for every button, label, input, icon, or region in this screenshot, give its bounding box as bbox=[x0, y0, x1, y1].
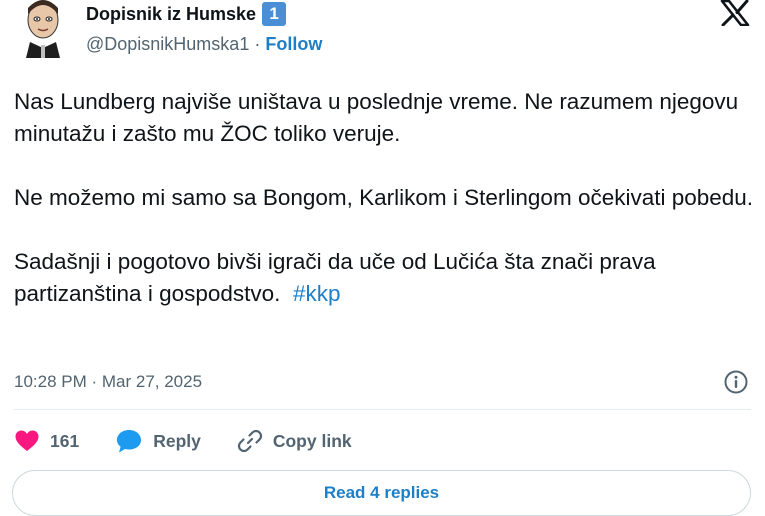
reply-label: Reply bbox=[153, 430, 201, 451]
speech-bubble-icon bbox=[117, 430, 142, 453]
like-action[interactable]: 161 bbox=[14, 429, 79, 453]
copy-link-label: Copy link bbox=[272, 430, 352, 451]
tweet-paragraph: Nas Lundberg najviše uništava u poslednj… bbox=[14, 89, 739, 146]
info-icon[interactable] bbox=[723, 369, 749, 395]
tweet-paragraph: Ne možemo mi samo sa Bongom, Karlikom i … bbox=[14, 185, 754, 210]
author-handle-row: @DopisnikHumska1 · Follow bbox=[86, 34, 322, 55]
x-logo-icon[interactable] bbox=[720, 0, 750, 26]
reply-action[interactable]: Reply bbox=[115, 428, 201, 454]
hashtag-link[interactable]: #kkp bbox=[293, 281, 341, 306]
author-display-name[interactable]: Dopisnik iz Humske bbox=[86, 4, 256, 25]
author-handle[interactable]: @DopisnikHumska1 bbox=[86, 34, 249, 54]
handle-separator: · bbox=[254, 34, 261, 54]
tweet-paragraph-last: Sadašnji i pogotovo bivši igrači da uče … bbox=[14, 246, 754, 310]
tweet-timestamp[interactable]: 10:28 PM · Mar 27, 2025 bbox=[14, 372, 202, 392]
author-name-row: Dopisnik iz Humske 1 bbox=[86, 2, 287, 26]
like-count: 161 bbox=[50, 430, 80, 451]
follow-button[interactable]: Follow bbox=[265, 34, 322, 54]
copy-link-action[interactable]: Copy link bbox=[237, 428, 352, 454]
author-badge: 1 bbox=[262, 2, 287, 26]
tweet-actions: 161 Reply Copy link bbox=[14, 428, 388, 454]
avatar[interactable] bbox=[18, 0, 68, 58]
tweet-text: Nas Lundberg najviše uništava u poslednj… bbox=[14, 86, 754, 342]
heart-icon bbox=[15, 430, 39, 451]
divider bbox=[14, 409, 751, 410]
read-replies-button[interactable]: Read 4 replies bbox=[12, 470, 751, 516]
link-icon bbox=[237, 429, 262, 453]
